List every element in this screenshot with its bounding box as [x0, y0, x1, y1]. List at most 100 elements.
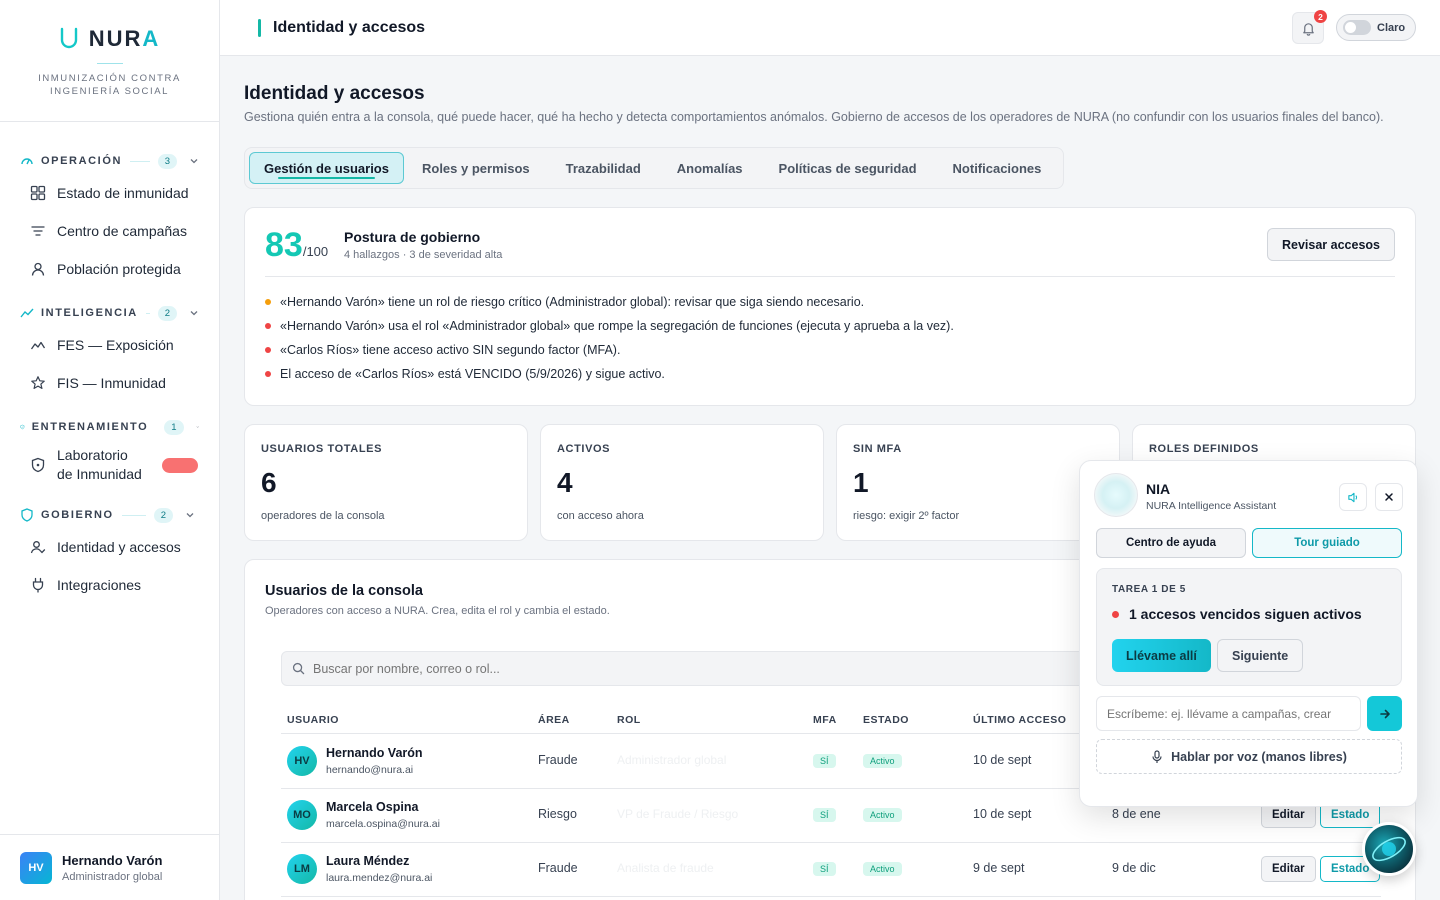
- mountain-chart-icon: [30, 341, 46, 350]
- finding-item: «Hernando Varón» tiene un rol de riesgo …: [265, 295, 864, 309]
- bell-icon: [1302, 22, 1314, 36]
- stat-value: 6: [261, 467, 277, 498]
- user-role: VP de Fraude / Riesgo: [617, 807, 739, 821]
- assistant-input[interactable]: [1107, 706, 1352, 721]
- user-name: Laura Méndez: [326, 854, 410, 868]
- section-header-gobierno[interactable]: GOBIERNO 2: [0, 502, 219, 528]
- tab-roles-permisos[interactable]: Roles y permisos: [404, 152, 548, 184]
- nav-item-label: Laboratorio de Inmunidad: [57, 447, 142, 482]
- brand-divider: [96, 63, 123, 64]
- column-header-rol[interactable]: ROL: [617, 714, 641, 726]
- section-header-operacion[interactable]: OPERACIÓN 3: [0, 148, 219, 174]
- column-header-estado[interactable]: ESTADO: [863, 714, 909, 726]
- chevron-down-icon: [196, 426, 199, 428]
- nav-item-estado-inmunidad[interactable]: Estado de inmunidad: [0, 174, 219, 212]
- notification-count-badge: 2: [1314, 10, 1327, 23]
- tab-trazabilidad[interactable]: Trazabilidad: [548, 152, 659, 184]
- column-header-ultimo-acceso[interactable]: ÚLTIMO ACCESO: [973, 714, 1066, 726]
- finding-item: «Hernando Varón» usa el rol «Administrad…: [265, 319, 954, 333]
- sidebar: NURA INMUNIZACIÓN CONTRA INGENIERÍA SOCI…: [0, 0, 220, 900]
- speaker-icon: [1347, 492, 1357, 502]
- severity-dot: [265, 347, 271, 353]
- theme-toggle[interactable]: Claro: [1336, 14, 1416, 41]
- stat-note: riesgo: exigir 2º factor: [853, 510, 960, 522]
- posture-title: Postura de gobierno: [344, 229, 481, 245]
- page-subtitle: Gestiona quién entra a la consola, qué p…: [244, 110, 1384, 124]
- last-access: 9 de sept: [973, 861, 1025, 875]
- stat-note: con acceso ahora: [557, 510, 644, 522]
- nia-assistant-panel: NIA NURA Intelligence Assistant Centro d…: [1079, 460, 1418, 807]
- stat-label: ROLES DEFINIDOS: [1149, 443, 1259, 455]
- assistant-launcher-button[interactable]: [1362, 822, 1416, 876]
- brand-tagline: INMUNIZACIÓN CONTRA INGENIERÍA SOCIAL: [38, 73, 181, 97]
- column-header-mfa[interactable]: MFA: [813, 714, 837, 726]
- finding-item: «Carlos Ríos» tiene acceso activo SIN se…: [265, 343, 620, 357]
- nav-section-entrenamiento: ENTRENAMIENTO 1 Laboratorio de Inmunidad: [0, 414, 219, 490]
- orbit-icon: [1372, 836, 1406, 862]
- column-header-area[interactable]: ÁREA: [538, 714, 570, 726]
- review-access-button[interactable]: Revisar accesos: [1267, 228, 1395, 261]
- row-divider: [281, 896, 1381, 897]
- tab-politicas-seguridad[interactable]: Políticas de seguridad: [761, 152, 935, 184]
- voice-mode-button[interactable]: Hablar por voz (manos libres): [1096, 739, 1402, 774]
- mfa-badge: SÍ: [813, 862, 836, 876]
- close-button[interactable]: [1375, 483, 1403, 511]
- notifications-button[interactable]: 2: [1292, 10, 1327, 44]
- send-button[interactable]: [1367, 696, 1402, 731]
- mfa-badge: SÍ: [813, 808, 836, 822]
- status-badge: Activo: [863, 808, 902, 822]
- assistant-subtitle: NURA Intelligence Assistant: [1146, 500, 1277, 512]
- nav-item-integraciones[interactable]: Integraciones: [0, 566, 219, 604]
- section-divider: [145, 312, 150, 314]
- nav-item-identidad-accesos[interactable]: Identidad y accesos: [0, 528, 219, 566]
- nav-item-fes-exposicion[interactable]: FES — Exposición: [0, 326, 219, 364]
- section-header-entrenamiento[interactable]: ENTRENAMIENTO 1: [0, 414, 219, 440]
- tab-bar: Gestión de usuarios Roles y permisos Tra…: [244, 147, 1065, 189]
- current-user-name: Hernando Varón: [62, 852, 163, 868]
- user-role: Administrador global: [617, 753, 727, 767]
- posture-detail: 4 hallazgos · 3 de severidad alta: [344, 249, 503, 261]
- user-name: Hernando Varón: [326, 746, 423, 760]
- next-button[interactable]: Siguiente: [1217, 639, 1304, 672]
- plug-icon: [32, 577, 44, 593]
- search-icon: [292, 662, 305, 675]
- filter-icon: [31, 226, 45, 236]
- users-title: Usuarios de la consola: [265, 583, 423, 599]
- user-email: hernando@nura.ai: [326, 764, 414, 776]
- column-header-usuario[interactable]: USUARIO: [287, 714, 339, 726]
- nav-item-poblacion-protegida[interactable]: Población protegida: [0, 250, 219, 288]
- nav-item-label: Estado de inmunidad: [57, 185, 189, 201]
- tab-notificaciones[interactable]: Notificaciones: [935, 152, 1060, 184]
- section-divider: [130, 160, 150, 162]
- nav-section-gobierno: GOBIERNO 2 Identidad y accesos Integraci…: [0, 502, 219, 604]
- user-icon: [31, 262, 45, 276]
- task-step-label: TAREA 1 DE 5: [1112, 584, 1186, 595]
- section-count: 2: [157, 305, 177, 321]
- stat-card-active: ACTIVOS 4 con acceso ahora: [540, 424, 824, 541]
- divider: [265, 276, 1395, 277]
- toggle-switch: [1343, 20, 1371, 35]
- section-title: GOBIERNO: [41, 509, 114, 521]
- table-row[interactable]: LM Laura Méndez laura.mendez@nura.ai Fra…: [281, 842, 1381, 896]
- tab-anomalias[interactable]: Anomalías: [659, 152, 761, 184]
- nav-item-label: FIS — Inmunidad: [57, 375, 166, 391]
- voice-label: Hablar por voz (manos libres): [1171, 749, 1347, 764]
- assistant-input-field[interactable]: [1096, 696, 1361, 731]
- search-input[interactable]: [313, 661, 913, 676]
- nav-item-label: Identidad y accesos: [57, 539, 181, 555]
- speaker-button[interactable]: [1339, 483, 1367, 511]
- nav-item-laboratorio-inmunidad[interactable]: Laboratorio de Inmunidad: [0, 440, 219, 490]
- brand-logo[interactable]: NURA: [59, 26, 161, 52]
- score-max: /100: [302, 244, 329, 259]
- tab-help-center[interactable]: Centro de ayuda: [1096, 528, 1246, 558]
- task-title: 1 accesos vencidos siguen activos: [1112, 606, 1362, 622]
- section-header-inteligencia[interactable]: INTELIGENCIA 2: [0, 300, 219, 326]
- take-me-there-button[interactable]: Llévame allí: [1112, 639, 1211, 672]
- nav-item-fis-inmunidad[interactable]: FIS — Inmunidad: [0, 364, 219, 402]
- current-user[interactable]: HV Hernando Varón Administrador global: [0, 834, 220, 900]
- tab-gestion-usuarios[interactable]: Gestión de usuarios: [249, 152, 404, 184]
- user-email: laura.mendez@nura.ai: [326, 872, 433, 884]
- tab-guided-tour[interactable]: Tour guiado: [1252, 528, 1402, 558]
- edit-button[interactable]: Editar: [1261, 856, 1316, 882]
- nav-item-centro-campanas[interactable]: Centro de campañas: [0, 212, 219, 250]
